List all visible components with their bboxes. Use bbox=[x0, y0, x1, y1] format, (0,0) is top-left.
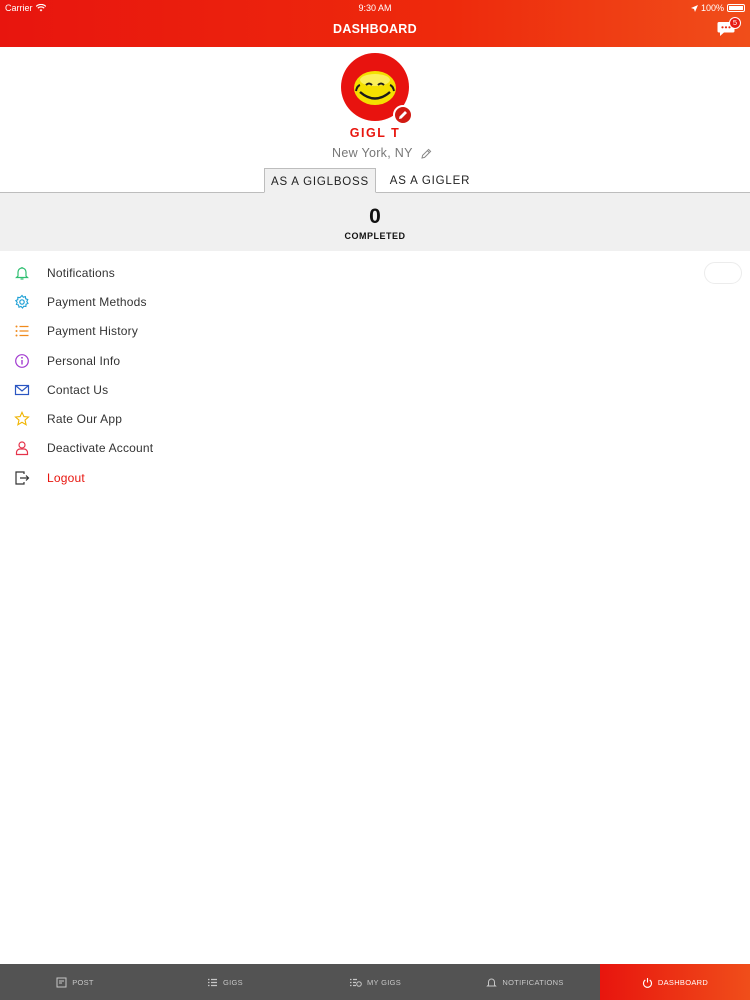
menu-item-notifications[interactable]: Notifications bbox=[0, 258, 750, 287]
tab-dashboard[interactable]: DASHBOARD bbox=[600, 964, 750, 1000]
app-header: Carrier 9:30 AM 100% DASHBOARD 5 bbox=[0, 0, 750, 47]
menu-item-label: Deactivate Account bbox=[47, 441, 154, 456]
profile-location-row: New York, NY bbox=[332, 146, 432, 160]
page-title: DASHBOARD bbox=[333, 22, 417, 36]
tab-gigs[interactable]: GIGS bbox=[150, 964, 300, 1000]
tab-gigler[interactable]: AS A GIGLER bbox=[384, 168, 476, 193]
menu-item-payment-history[interactable]: Payment History bbox=[0, 317, 750, 346]
chat-badge: 5 bbox=[729, 17, 741, 29]
menu-item-label: Contact Us bbox=[47, 382, 109, 397]
post-icon bbox=[56, 977, 67, 987]
battery-icon bbox=[727, 4, 745, 12]
avatar[interactable] bbox=[341, 53, 413, 125]
chat-button[interactable]: 5 bbox=[717, 17, 741, 39]
menu-item-label: Rate Our App bbox=[47, 412, 123, 427]
my-gigs-icon bbox=[349, 978, 362, 987]
menu-item-label: Logout bbox=[47, 470, 85, 485]
menu-item-deactivate-account[interactable]: Deactivate Account bbox=[0, 434, 750, 463]
bell-icon bbox=[486, 978, 498, 986]
bell-icon bbox=[13, 264, 31, 282]
completed-label: COMPLETED bbox=[344, 231, 406, 241]
menu-item-logout[interactable]: Logout bbox=[0, 463, 750, 492]
tab-label: DASHBOARD bbox=[657, 977, 709, 987]
completed-stats: 0 COMPLETED bbox=[0, 193, 750, 251]
battery-percent: 100% bbox=[700, 3, 724, 13]
tab-notifications[interactable]: NOTIFICATIONS bbox=[450, 964, 600, 1000]
notifications-toggle[interactable] bbox=[704, 262, 742, 284]
gear-icon bbox=[13, 293, 31, 311]
menu-item-label: Payment Methods bbox=[47, 294, 147, 309]
tab-post[interactable]: POST bbox=[0, 964, 150, 1000]
user-icon bbox=[13, 439, 31, 457]
completed-count: 0 bbox=[369, 205, 381, 228]
list-icon bbox=[208, 978, 218, 986]
menu-item-payment-methods[interactable]: Payment Methods bbox=[0, 287, 750, 316]
tab-giglboss[interactable]: AS A GIGLBOSS bbox=[264, 168, 376, 193]
menu-item-label: Payment History bbox=[47, 324, 139, 339]
mail-icon bbox=[13, 381, 31, 399]
power-icon bbox=[642, 977, 652, 988]
menu-item-personal-info[interactable]: Personal Info bbox=[0, 346, 750, 375]
list-icon bbox=[13, 322, 31, 340]
edit-avatar-button[interactable] bbox=[393, 105, 413, 125]
tab-label: POST bbox=[72, 977, 94, 987]
profile-name: GIGL T bbox=[349, 126, 401, 140]
location-arrow-icon bbox=[690, 4, 698, 12]
logout-icon bbox=[13, 469, 31, 487]
tab-label: MY GIGS bbox=[366, 977, 402, 987]
menu-item-label: Personal Info bbox=[47, 353, 121, 368]
info-icon bbox=[13, 352, 31, 370]
status-time: 9:30 AM bbox=[358, 3, 392, 13]
edit-location-icon[interactable] bbox=[421, 148, 432, 159]
status-bar: Carrier 9:30 AM 100% bbox=[0, 2, 750, 16]
menu-item-label: Notifications bbox=[47, 265, 115, 280]
pencil-icon bbox=[399, 111, 407, 119]
tab-label: NOTIFICATIONS bbox=[502, 977, 564, 987]
star-icon bbox=[13, 410, 31, 428]
tab-label: GIGS bbox=[223, 977, 243, 987]
settings-menu: Notifications Payment Methods Payment Hi… bbox=[0, 258, 750, 492]
menu-item-contact-us[interactable]: Contact Us bbox=[0, 375, 750, 404]
profile-location: New York, NY bbox=[332, 146, 413, 160]
tab-my-gigs[interactable]: MY GIGS bbox=[300, 964, 450, 1000]
bottom-tab-bar: POST GIGS MY GIGS NOTIFICATIONS DASHBOAR… bbox=[0, 964, 750, 1000]
menu-item-rate-our-app[interactable]: Rate Our App bbox=[0, 404, 750, 433]
